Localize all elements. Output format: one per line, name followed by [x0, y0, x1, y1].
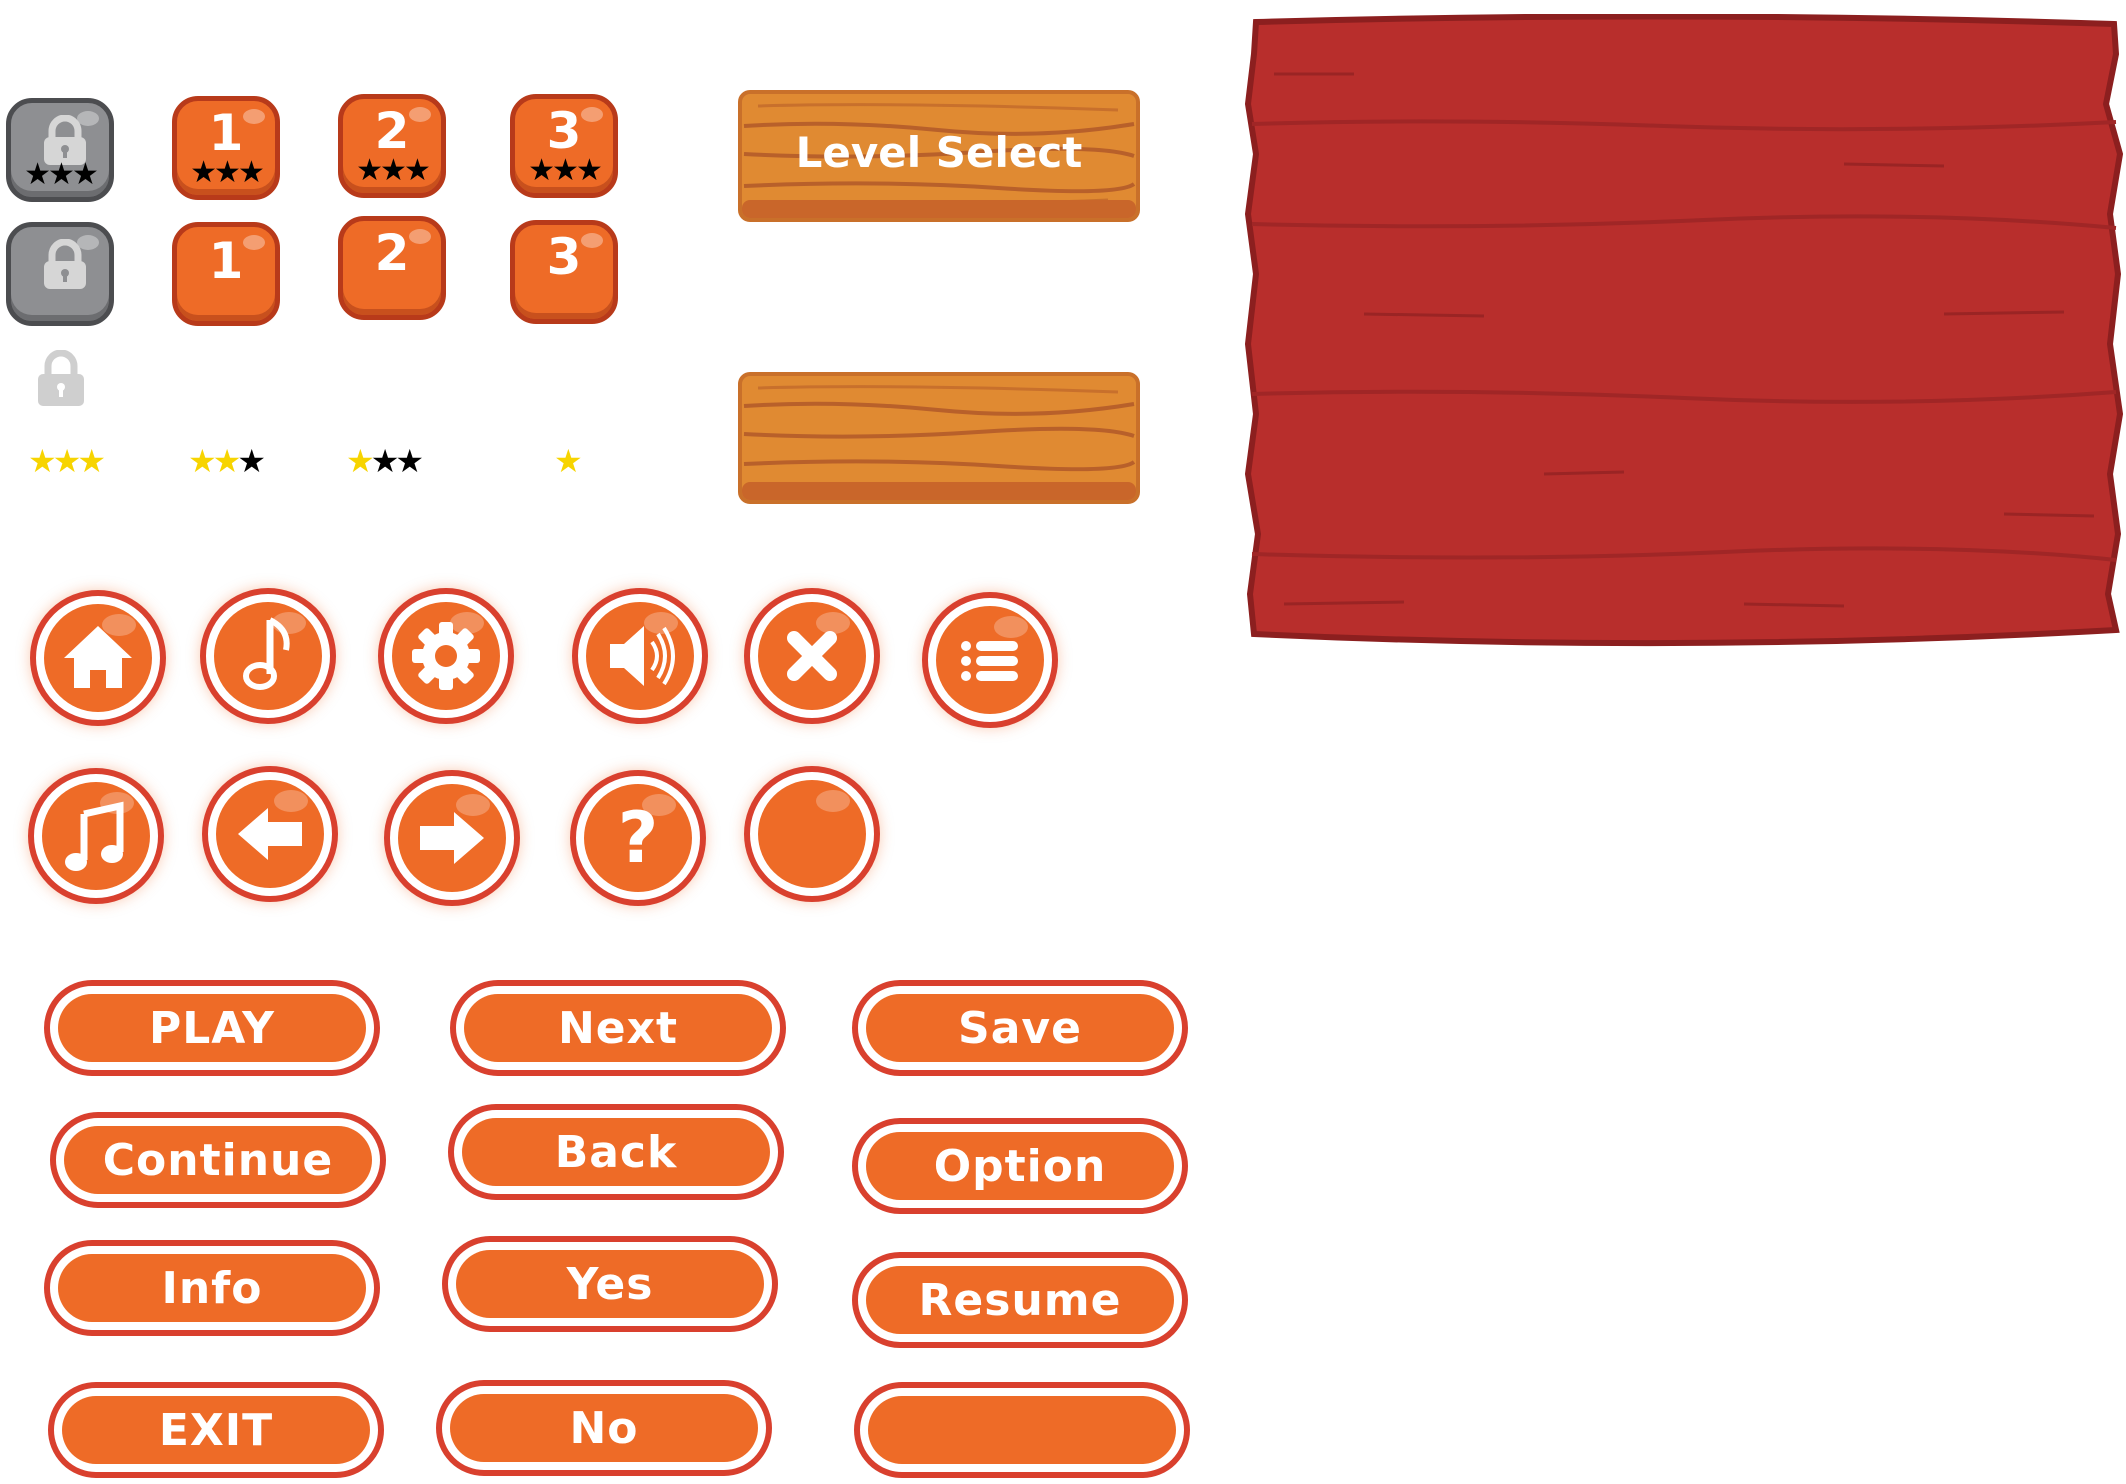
button-face: PLAY — [58, 994, 366, 1062]
wood-plank-graphic — [738, 372, 1140, 504]
button-face: Info — [58, 1254, 366, 1322]
play-button[interactable]: PLAY — [44, 980, 380, 1076]
music-note-button[interactable] — [200, 588, 336, 724]
blank-pill-button[interactable] — [854, 1382, 1190, 1478]
button-label: Continue — [102, 1134, 334, 1186]
arrow-left-icon — [238, 808, 302, 860]
no-button[interactable]: No — [436, 1380, 772, 1476]
level-tile-locked-stars[interactable]: ★★★ — [6, 98, 114, 202]
music-note-icon — [243, 617, 290, 690]
gold-stars: ★ — [554, 442, 583, 480]
help-button[interactable]: ? — [570, 770, 706, 906]
button-gloss — [816, 790, 850, 812]
button-label: No — [569, 1402, 639, 1454]
menu-button[interactable] — [922, 592, 1058, 728]
level-tile-3-stars[interactable]: 3 ★★★ — [510, 94, 618, 198]
button-face — [758, 780, 866, 888]
button-face: Back — [462, 1118, 770, 1186]
level-number: 1 — [208, 232, 244, 290]
star-rating-2: ★★★ — [188, 442, 266, 480]
button-label: EXIT — [158, 1404, 274, 1456]
help-question-icon: ? — [617, 797, 659, 879]
level-tile-2[interactable]: 2 — [338, 216, 446, 320]
single-star: ★ — [554, 442, 583, 480]
level-tile-2-stars[interactable]: 2 ★★★ — [338, 94, 446, 198]
back-button[interactable]: Back — [448, 1104, 784, 1200]
next-button[interactable]: Next — [450, 980, 786, 1076]
save-button[interactable]: Save — [852, 980, 1188, 1076]
tile-stars: ★★★ — [190, 155, 265, 190]
level-tile-1-stars[interactable]: 1 ★★★ — [172, 96, 280, 200]
back-arrow-button[interactable] — [202, 766, 338, 902]
gold-stars: ★★ — [188, 442, 241, 480]
button-label: Yes — [566, 1258, 654, 1310]
close-icon — [787, 631, 837, 681]
music-icon — [65, 801, 124, 871]
level-number: 2 — [374, 102, 410, 160]
button-face: Yes — [456, 1250, 764, 1318]
exit-button[interactable]: EXIT — [48, 1382, 384, 1478]
level-tile-1[interactable]: 1 — [172, 222, 280, 326]
resume-button[interactable]: Resume — [852, 1252, 1188, 1348]
button-label: Back — [554, 1126, 678, 1178]
sound-button[interactable] — [572, 588, 708, 724]
continue-button[interactable]: Continue — [50, 1112, 386, 1208]
level-number: 1 — [208, 104, 244, 162]
button-face: Option — [866, 1132, 1174, 1200]
tile-stars: ★★★ — [356, 153, 431, 188]
settings-button[interactable] — [378, 588, 514, 724]
level-number: 2 — [374, 224, 410, 282]
lock-icon — [44, 239, 86, 289]
music-button[interactable] — [28, 768, 164, 904]
info-button[interactable]: Info — [44, 1240, 380, 1336]
level-select-label: Level Select — [795, 128, 1083, 177]
lock-icon — [38, 350, 84, 406]
button-face: Next — [464, 994, 772, 1062]
menu-list-icon — [961, 641, 1018, 681]
button-label: Info — [161, 1262, 263, 1314]
option-button[interactable]: Option — [852, 1118, 1188, 1214]
button-face — [868, 1396, 1176, 1464]
gold-stars: ★ — [346, 442, 375, 480]
button-face: Save — [866, 994, 1174, 1062]
home-icon — [64, 626, 132, 688]
sound-on-icon — [610, 626, 675, 686]
gold-stars: ★★★ — [28, 442, 106, 480]
button-label: Option — [933, 1140, 1107, 1192]
yes-button[interactable]: Yes — [442, 1236, 778, 1332]
level-tile-locked[interactable] — [6, 222, 114, 326]
button-label: Save — [958, 1002, 1082, 1054]
level-number: 3 — [546, 228, 582, 286]
settings-gear-icon — [412, 622, 480, 690]
button-label: Resume — [918, 1274, 1122, 1326]
button-label: Next — [557, 1002, 679, 1054]
blank-round-button[interactable] — [744, 766, 880, 902]
star-rating-3: ★★★ — [28, 442, 106, 480]
button-face: Continue — [64, 1126, 372, 1194]
tile-stars: ★★★ — [528, 153, 603, 188]
black-stars: ★★ — [370, 442, 424, 480]
forward-arrow-button[interactable] — [384, 770, 520, 906]
level-select-plank[interactable]: Level Select — [738, 90, 1140, 222]
home-button[interactable] — [30, 590, 166, 726]
black-stars: ★ — [237, 442, 266, 480]
level-tile-3[interactable]: 3 — [510, 220, 618, 324]
button-face: Resume — [866, 1266, 1174, 1334]
button-face: No — [450, 1394, 758, 1462]
blank-plank[interactable] — [738, 372, 1140, 504]
button-label: PLAY — [149, 1002, 275, 1054]
arrow-right-icon — [420, 812, 484, 864]
close-button[interactable] — [744, 588, 880, 724]
level-number: 3 — [546, 102, 582, 160]
star-rating-1: ★★★ — [346, 442, 424, 480]
button-face: EXIT — [62, 1396, 370, 1464]
tile-stars: ★★★ — [24, 157, 99, 192]
red-wood-board — [1244, 14, 2124, 647]
